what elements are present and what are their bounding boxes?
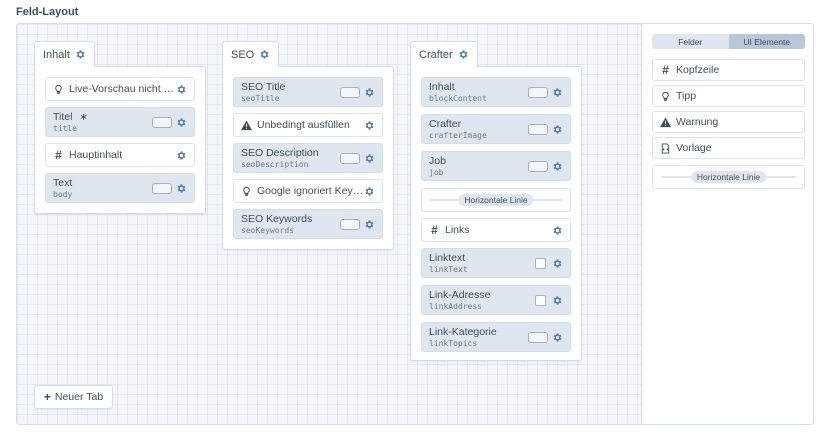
width-toggle[interactable] <box>528 86 548 98</box>
library-item-label: Kopfzeile <box>676 64 720 76</box>
width-toggle[interactable] <box>528 331 548 343</box>
heading-element[interactable]: # Hauptinhalt <box>45 143 195 167</box>
tab-name: Crafter <box>419 48 453 61</box>
tab-inhalt: Inhalt Live-Vorschau nicht … Titel ∗ titl… <box>34 41 206 216</box>
width-toggle[interactable] <box>528 123 548 135</box>
segment-fields[interactable]: Felder <box>652 34 729 49</box>
tab-name: Inhalt <box>43 48 70 61</box>
gear-icon[interactable] <box>552 332 563 343</box>
width-toggle[interactable] <box>340 86 360 98</box>
gear-icon[interactable] <box>552 258 563 269</box>
width-toggle[interactable] <box>152 182 172 194</box>
template-icon <box>660 142 671 154</box>
gear-icon[interactable] <box>458 49 469 60</box>
field-element[interactable]: Link-Kategorie linkTopics <box>421 322 571 352</box>
gear-icon[interactable] <box>75 49 86 60</box>
warning-icon <box>660 116 671 128</box>
library-item-label: Warnung <box>676 116 719 128</box>
width-toggle[interactable] <box>528 160 548 172</box>
gear-icon[interactable] <box>364 219 375 230</box>
new-tab-button[interactable]: + Neuer Tab <box>34 385 113 409</box>
tab-crafter: Crafter Inhalt blockContent Crafter craf… <box>410 41 582 363</box>
field-element[interactable]: Titel ∗ title <box>45 107 195 137</box>
element-label: Live-Vorschau nicht … <box>69 83 175 95</box>
field-element[interactable]: Linktext linkText <box>421 248 571 278</box>
gear-icon[interactable] <box>552 161 563 172</box>
field-layout-designer: Inhalt Live-Vorschau nicht … Titel ∗ titl… <box>16 23 814 425</box>
tab-name: SEO <box>231 48 255 61</box>
field-element[interactable]: Link-Adresse linkAddress <box>421 285 571 315</box>
gear-icon[interactable] <box>176 183 187 194</box>
horizontal-rule-element[interactable]: Horizontale Linie <box>421 188 571 212</box>
field-element[interactable]: Text body <box>45 173 195 203</box>
width-toggle[interactable] <box>152 116 172 128</box>
heading-element[interactable]: # Links <box>421 218 571 242</box>
checkbox-field-indicator[interactable] <box>535 294 546 306</box>
gear-icon[interactable] <box>364 120 375 131</box>
segment-ui-elements[interactable]: UI Elemente <box>728 34 805 49</box>
tab-seo: SEO SEO Title seoTitle Unbedingt ausfüll… <box>222 41 394 252</box>
lightbulb-icon <box>241 186 252 197</box>
element-label: Hauptinhalt <box>69 149 123 161</box>
gear-icon[interactable] <box>259 49 270 60</box>
hash-icon: # <box>431 223 438 237</box>
element-label: Unbedingt ausfüllen <box>257 119 350 131</box>
library-item-label: Vorlage <box>676 142 712 154</box>
required-indicator: ∗ <box>79 111 88 123</box>
width-toggle[interactable] <box>340 152 360 164</box>
plus-icon: + <box>43 390 51 404</box>
gear-icon[interactable] <box>552 87 563 98</box>
element-label: Google ignoriert Key… <box>257 185 364 197</box>
library-item-warning[interactable]: Warnung <box>652 111 805 133</box>
field-element[interactable]: SEO Description seoDescription <box>233 143 383 173</box>
lightbulb-icon <box>660 91 671 102</box>
tab-content: Live-Vorschau nicht … Titel ∗ title # Haup… <box>34 66 206 214</box>
rule-label: Horizontale Linie <box>690 171 767 183</box>
library-item-template[interactable]: Vorlage <box>652 137 805 159</box>
tip-element[interactable]: Google ignoriert Key… <box>233 179 383 203</box>
rule-label: Horizontale Linie <box>458 194 534 206</box>
tab-content: Inhalt blockContent Crafter crafterImage <box>410 66 582 361</box>
width-toggle[interactable] <box>340 218 360 230</box>
layout-canvas: Inhalt Live-Vorschau nicht … Titel ∗ titl… <box>17 24 641 424</box>
library-item-horizontal-rule[interactable]: Horizontale Linie <box>652 165 805 189</box>
gear-icon[interactable] <box>364 153 375 164</box>
tab-label[interactable]: Crafter <box>410 41 478 67</box>
gear-icon[interactable] <box>552 295 563 306</box>
element-library-sidebar: Felder UI Elemente # Kopfzeile Tipp Warn… <box>641 24 813 424</box>
gear-icon[interactable] <box>176 150 187 161</box>
library-item-label: Tipp <box>676 90 697 102</box>
gear-icon[interactable] <box>176 117 187 128</box>
tab-label[interactable]: Inhalt <box>34 41 95 67</box>
hash-icon: # <box>55 148 62 162</box>
field-element[interactable]: Inhalt blockContent <box>421 77 571 107</box>
gear-icon[interactable] <box>552 225 563 236</box>
gear-icon[interactable] <box>364 87 375 98</box>
tab-content: SEO Title seoTitle Unbedingt ausfüllen S… <box>222 66 394 250</box>
tab-label[interactable]: SEO <box>222 41 280 67</box>
field-label: Titel <box>53 111 73 123</box>
field-element[interactable]: Crafter crafterImage <box>421 114 571 144</box>
tip-element[interactable]: Live-Vorschau nicht … <box>45 77 195 101</box>
field-element[interactable]: Job job <box>421 151 571 181</box>
hash-icon: # <box>662 63 669 77</box>
new-tab-label: Neuer Tab <box>54 391 104 403</box>
lightbulb-icon <box>53 84 64 95</box>
warning-icon <box>241 119 252 131</box>
warning-element[interactable]: Unbedingt ausfüllen <box>233 113 383 137</box>
section-title: Feld-Layout <box>16 6 79 18</box>
gear-icon[interactable] <box>176 84 187 95</box>
element-label: Links <box>445 224 470 236</box>
field-element[interactable]: SEO Keywords seoKeywords <box>233 209 383 239</box>
library-item-tip[interactable]: Tipp <box>652 85 805 107</box>
library-segmented-control: Felder UI Elemente <box>652 34 805 49</box>
field-element[interactable]: SEO Title seoTitle <box>233 77 383 107</box>
library-item-heading[interactable]: # Kopfzeile <box>652 59 805 81</box>
gear-icon[interactable] <box>552 124 563 135</box>
gear-icon[interactable] <box>364 186 375 197</box>
checkbox-field-indicator[interactable] <box>535 257 546 269</box>
